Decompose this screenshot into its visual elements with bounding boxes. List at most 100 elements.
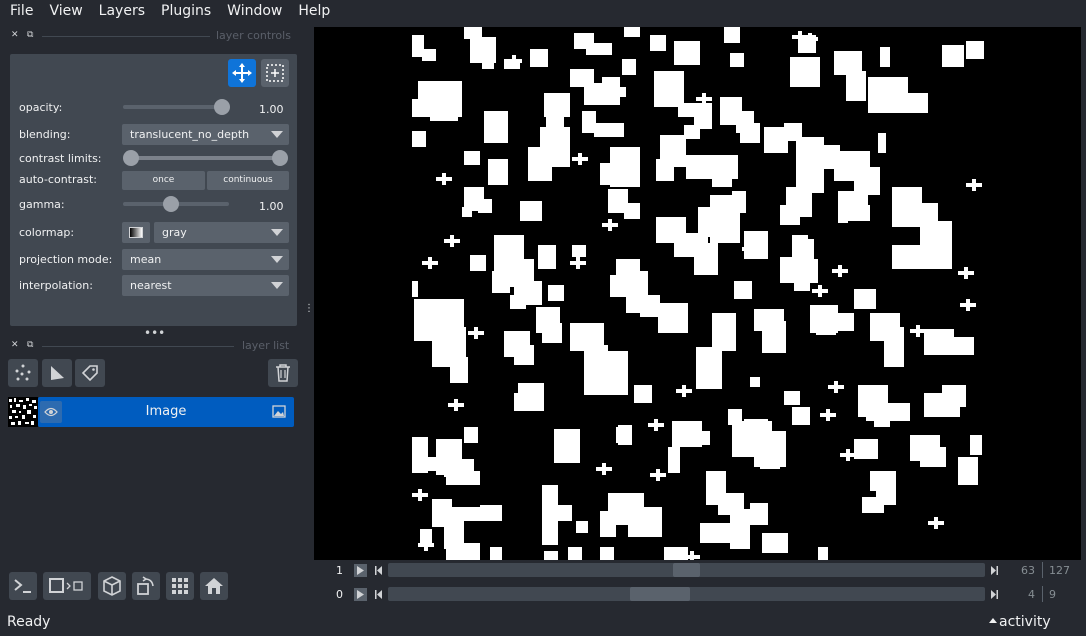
- status-text: Ready: [7, 614, 51, 630]
- colormap-preview[interactable]: [122, 222, 150, 243]
- transform-button[interactable]: [261, 59, 289, 87]
- grid-icon: [172, 578, 188, 594]
- layer-item-image[interactable]: Image: [38, 397, 294, 427]
- auto-contrast-label: auto-contrast:: [19, 173, 98, 186]
- layer-controls-panel: opacity: 1.00 blending: translucent_no_d…: [10, 54, 297, 326]
- auto-contrast-continuous-button[interactable]: continuous: [207, 171, 289, 190]
- menu-plugins[interactable]: Plugins: [153, 0, 219, 24]
- grid-view-button[interactable]: [166, 572, 194, 600]
- rotate-icon: [137, 576, 154, 595]
- dim-0-total: 127: [1049, 564, 1070, 577]
- gamma-value: 1.00: [259, 200, 284, 213]
- tag-icon: [81, 365, 98, 382]
- contrast-limits-label: contrast limits:: [19, 152, 102, 165]
- play-icon: [357, 566, 364, 575]
- dim-1-slider-handle[interactable]: [630, 587, 690, 601]
- dim-1-slider[interactable]: [388, 587, 985, 601]
- gradient-swatch-icon: [129, 227, 143, 238]
- opacity-value: 1.00: [259, 103, 284, 116]
- colormap-label: colormap:: [19, 226, 75, 239]
- dim-0-separator: [1042, 562, 1043, 578]
- contrast-min-handle[interactable]: [123, 150, 139, 166]
- layer-list-close-icon[interactable]: ✕: [11, 340, 19, 350]
- dim-1-total: 9: [1049, 588, 1056, 601]
- chevron-down-icon: [271, 256, 283, 263]
- dim-0-play-button[interactable]: [354, 564, 367, 577]
- viewer-canvas[interactable]: [314, 27, 1081, 560]
- layer-controls-title: layer controls: [216, 29, 291, 42]
- shapes-icon: [51, 366, 64, 380]
- points-icon: [15, 364, 31, 381]
- transform-icon: [266, 64, 284, 82]
- interpolation-label: interpolation:: [19, 279, 93, 292]
- menu-window[interactable]: Window: [219, 0, 290, 24]
- contrast-max-handle[interactable]: [272, 150, 288, 166]
- skip-end-icon: [991, 566, 998, 575]
- trash-icon: [276, 364, 290, 382]
- colormap-value: gray: [162, 226, 187, 239]
- dim-1-separator: [1042, 586, 1043, 602]
- image-type-icon: [272, 405, 286, 418]
- interpolation-value: nearest: [130, 279, 172, 292]
- dock-splitter-vertical-handle[interactable]: ⋮: [304, 304, 314, 314]
- chevron-down-icon: [271, 131, 283, 138]
- dim-0-last-frame-button[interactable]: [988, 564, 1001, 577]
- contrast-limits-slider[interactable]: [130, 156, 280, 160]
- ndisplay-toggle-button[interactable]: [43, 572, 91, 600]
- dim-0-label: 1: [336, 564, 343, 577]
- menu-file[interactable]: File: [2, 0, 41, 24]
- colormap-select[interactable]: gray: [154, 222, 289, 243]
- dim-1-label: 0: [336, 588, 343, 601]
- home-icon: [205, 578, 223, 594]
- opacity-handle[interactable]: [214, 99, 230, 115]
- transpose-dims-button[interactable]: [132, 572, 160, 600]
- dim-0-slider[interactable]: [388, 563, 985, 577]
- dim-0-slider-handle[interactable]: [673, 563, 700, 577]
- layer-list-title: layer list: [242, 339, 290, 352]
- layer-list-float-icon[interactable]: ⧉: [27, 340, 33, 350]
- new-labels-layer-button[interactable]: [75, 359, 105, 387]
- chevron-down-icon: [271, 229, 283, 236]
- 2d-3d-toggle-icon: [49, 578, 83, 593]
- blending-value: translucent_no_depth: [130, 128, 250, 141]
- menu-view[interactable]: View: [41, 0, 90, 24]
- dock-float-icon[interactable]: ⧉: [27, 30, 33, 40]
- pan-zoom-button[interactable]: [228, 59, 256, 87]
- menu-layers[interactable]: Layers: [91, 0, 153, 24]
- menu-help[interactable]: Help: [290, 0, 338, 24]
- interpolation-select[interactable]: nearest: [122, 275, 289, 296]
- status-bar: Ready activity: [0, 610, 1086, 636]
- binary-blobs-image: [412, 27, 984, 560]
- console-button[interactable]: [9, 572, 37, 600]
- activity-button[interactable]: activity: [999, 614, 1051, 630]
- auto-contrast-once-button[interactable]: once: [122, 171, 205, 190]
- dock-splitter-handle[interactable]: •••: [144, 326, 165, 340]
- home-button[interactable]: [200, 572, 228, 600]
- blending-label: blending:: [19, 128, 71, 141]
- dim-0-first-frame-button[interactable]: [372, 564, 385, 577]
- layer-name[interactable]: Image: [38, 404, 294, 419]
- opacity-slider[interactable]: [123, 105, 223, 109]
- dock-divider: [42, 346, 234, 347]
- new-shapes-layer-button[interactable]: [42, 359, 72, 387]
- roll-dims-button[interactable]: [98, 572, 126, 600]
- projection-mode-label: projection mode:: [19, 253, 113, 266]
- layer-thumbnail: [8, 397, 38, 427]
- projection-mode-value: mean: [130, 253, 162, 266]
- gamma-handle[interactable]: [163, 196, 179, 212]
- dock-close-icon[interactable]: ✕: [11, 30, 19, 40]
- projection-mode-select[interactable]: mean: [122, 249, 289, 270]
- cube-icon: [103, 576, 121, 596]
- dim-1-play-button[interactable]: [354, 588, 367, 601]
- skip-end-icon: [991, 590, 998, 599]
- dim-0-current[interactable]: 63: [1021, 564, 1035, 577]
- delete-layer-button[interactable]: [268, 359, 298, 387]
- blending-select[interactable]: translucent_no_depth: [122, 124, 289, 145]
- dim-1-first-frame-button[interactable]: [372, 588, 385, 601]
- dim-1-current[interactable]: 4: [1028, 588, 1035, 601]
- new-points-layer-button[interactable]: [8, 359, 38, 387]
- skip-start-icon: [375, 566, 382, 575]
- dock-divider: [42, 36, 210, 37]
- dim-1-last-frame-button[interactable]: [988, 588, 1001, 601]
- skip-start-icon: [375, 590, 382, 599]
